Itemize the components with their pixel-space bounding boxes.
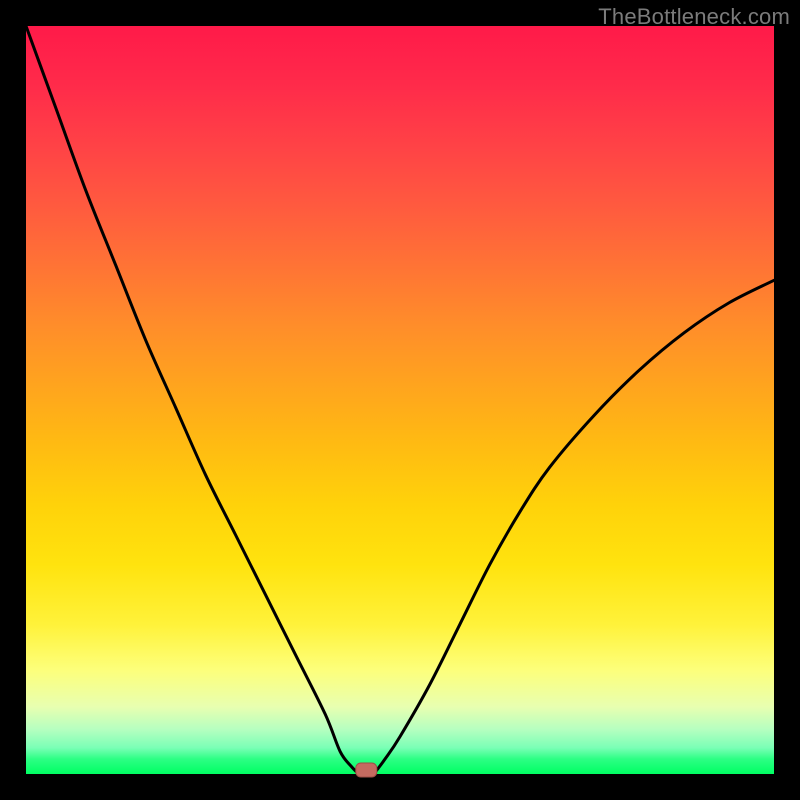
minimum-marker (356, 763, 377, 777)
curve-layer (26, 26, 774, 774)
curve-left-branch (26, 26, 359, 774)
curve-right-branch (374, 280, 774, 774)
chart-frame (26, 26, 774, 774)
